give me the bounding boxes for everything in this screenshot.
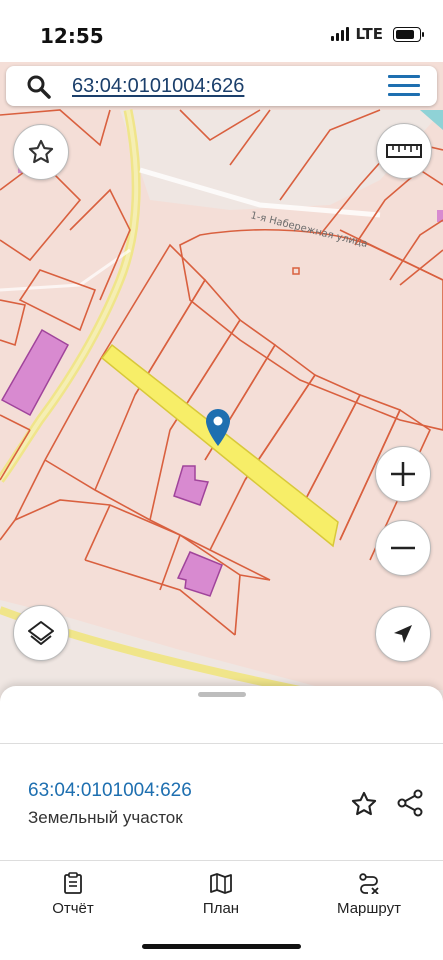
map-plan-icon [210,873,232,894]
tab-report-label: Отчёт [52,900,94,917]
divider [0,743,443,744]
search-bar[interactable]: 63:04:0101004:626 [6,66,437,106]
tab-plan-label: План [202,900,240,917]
layers-icon [28,621,54,645]
zoom-in-button[interactable] [375,446,431,502]
network-type: LTE [355,25,383,43]
favorite-star-button[interactable] [13,124,69,180]
search-input[interactable]: 63:04:0101004:626 [72,75,244,98]
search-icon[interactable] [26,74,52,100]
parcel-type-label: Земельный участок [28,808,183,827]
plus-icon [391,462,415,486]
status-bar: 12:55 LTE [0,0,443,62]
layers-button[interactable] [13,605,69,661]
tab-plan[interactable]: План [166,872,276,917]
hamburger-menu-icon[interactable] [388,75,420,97]
report-icon [64,872,82,894]
divider [0,860,443,861]
status-time: 12:55 [40,24,104,48]
battery-icon [393,26,424,42]
sheet-drag-handle[interactable] [198,692,246,697]
home-indicator [142,944,301,949]
share-icon[interactable] [395,788,425,818]
ruler-button[interactable] [376,123,432,179]
my-location-button[interactable] [375,606,431,662]
tab-report[interactable]: Отчёт [18,872,128,917]
minus-icon [391,546,415,550]
tab-route[interactable]: Маршрут [314,872,424,917]
signal-icon [331,27,350,41]
zoom-out-button[interactable] [375,520,431,576]
parcel-cadastral-number[interactable]: 63:04:0101004:626 [28,780,192,802]
tab-route-label: Маршрут [337,900,401,917]
navigation-arrow-icon [394,625,412,643]
route-icon [359,873,379,894]
star-icon[interactable] [350,790,378,818]
ruler-icon [386,144,422,158]
status-indicators: LTE [331,25,424,43]
star-icon [28,139,54,164]
bottom-sheet[interactable]: 63:04:0101004:626 Земельный участок Отчё… [0,686,443,960]
